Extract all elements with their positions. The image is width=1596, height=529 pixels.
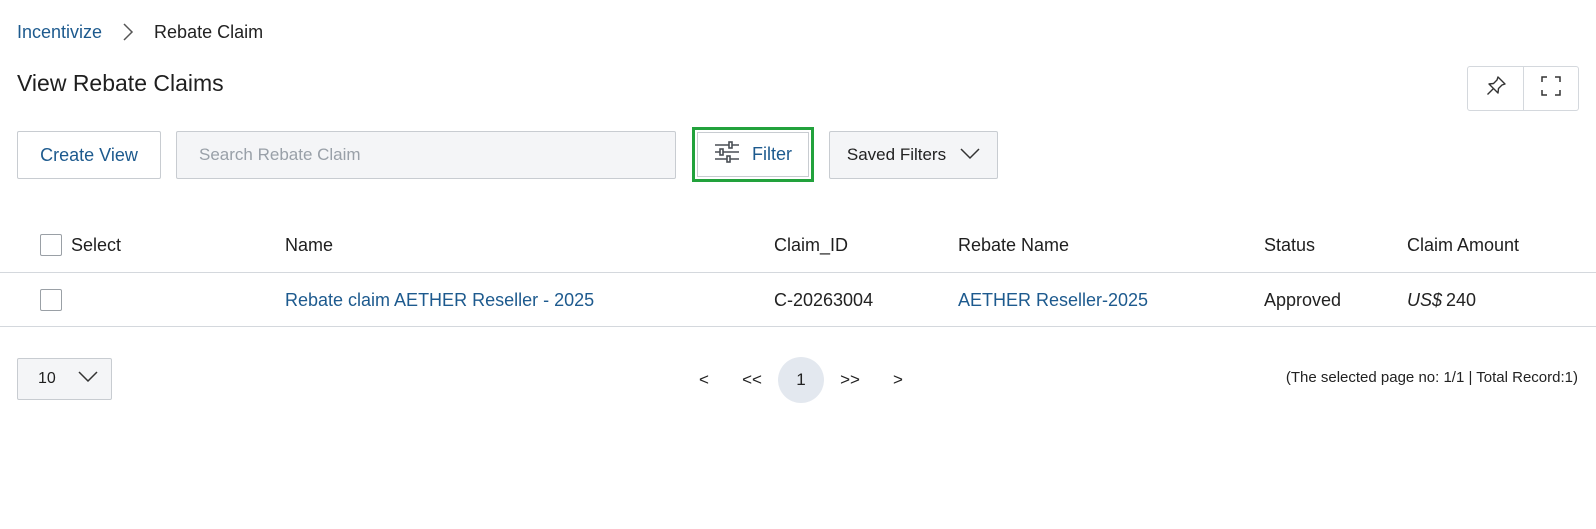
fullscreen-button[interactable] (1523, 67, 1578, 110)
breadcrumb: Incentivize Rebate Claim (17, 20, 263, 44)
page-actions (1467, 66, 1579, 111)
last-page-button[interactable]: >> (826, 357, 874, 403)
chevron-down-icon (960, 145, 980, 165)
prev-page-button[interactable]: < (680, 357, 728, 403)
chevron-right-icon (102, 22, 154, 42)
pin-icon (1485, 75, 1507, 102)
filter-button-highlight[interactable]: Filter (692, 127, 814, 182)
claim-status: Approved (1264, 289, 1342, 310)
rebate-claims-page: Incentivize Rebate Claim View Rebate Cla… (0, 0, 1596, 529)
page-size-select[interactable]: 10 (17, 358, 112, 400)
row-select-cell (40, 274, 62, 326)
claim-amount: US$ 240 (1407, 274, 1476, 326)
search-input[interactable] (176, 131, 676, 179)
pin-button[interactable] (1468, 67, 1523, 110)
row-checkbox[interactable] (40, 289, 62, 311)
first-page-button[interactable]: << (728, 357, 776, 403)
page-info: (The selected page no: 1/1 | Total Recor… (1285, 369, 1578, 386)
amount-value: 240 (1446, 289, 1477, 310)
select-all-cell: Select (40, 218, 121, 272)
column-header-name[interactable]: Name (285, 218, 333, 272)
breadcrumb-current: Rebate Claim (154, 21, 264, 42)
column-header-claim-id[interactable]: Claim_ID (774, 218, 848, 272)
create-view-button[interactable]: Create View (17, 131, 161, 179)
fullscreen-icon (1540, 75, 1562, 102)
select-all-checkbox[interactable] (40, 234, 62, 256)
next-page-button[interactable]: > (874, 357, 922, 403)
breadcrumb-incentivize-link[interactable]: Incentivize (17, 22, 102, 43)
table-row: Rebate claim AETHER Reseller - 2025 C-20… (0, 274, 1596, 327)
column-header-rebate-name[interactable]: Rebate Name (958, 218, 1069, 272)
filter-button[interactable]: Filter (697, 132, 809, 177)
claim-name-link[interactable]: Rebate claim AETHER Reseller - 2025 (285, 274, 594, 326)
pagination: < << 1 >> > (680, 357, 922, 403)
rebate-name-link[interactable]: AETHER Reseller-2025 (958, 274, 1148, 326)
page-title: View Rebate Claims (17, 70, 224, 96)
current-page-button[interactable]: 1 (778, 357, 824, 403)
filter-label: Filter (752, 144, 792, 164)
claim-id: C-20263004 (774, 289, 874, 310)
page-size-value: 10 (38, 370, 56, 387)
saved-filters-dropdown[interactable]: Saved Filters (829, 131, 998, 179)
currency-code: US$ (1407, 289, 1443, 310)
saved-filters-label: Saved Filters (846, 145, 947, 164)
column-header-status[interactable]: Status (1264, 218, 1315, 272)
column-header-claim-amount[interactable]: Claim Amount (1407, 218, 1519, 272)
sliders-icon (714, 140, 740, 169)
chevron-down-icon (78, 370, 98, 388)
table-header: Select Name Claim_ID Rebate Name Status … (0, 218, 1596, 273)
column-header-select: Select (71, 234, 122, 255)
